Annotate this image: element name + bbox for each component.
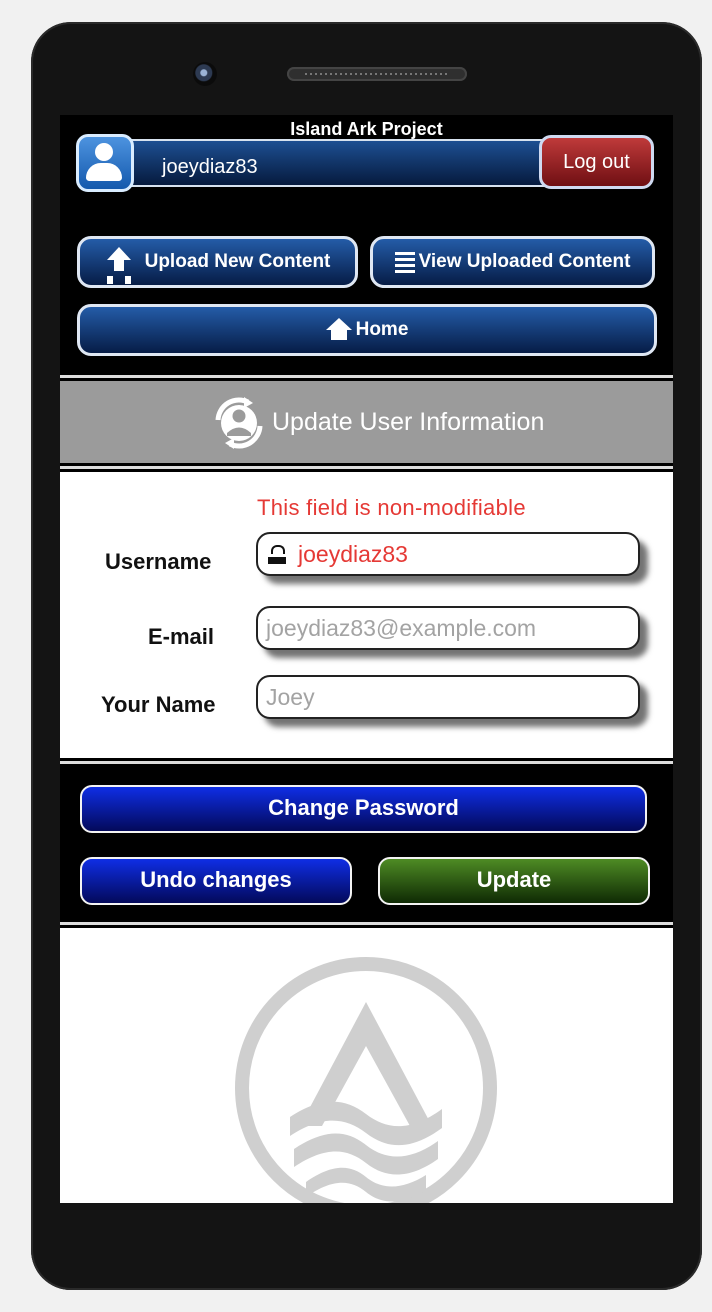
- logout-button[interactable]: Log out: [539, 135, 654, 189]
- current-username: joeydiaz83: [162, 156, 258, 178]
- non-modifiable-note: This field is non-modifiable: [257, 495, 526, 520]
- list-icon: [394, 251, 415, 273]
- speaker-grille: [287, 67, 467, 81]
- user-sync-icon: [215, 397, 263, 449]
- update-button[interactable]: Update: [378, 857, 650, 905]
- phone-frame: Island Ark Project joeydiaz83 Log out Up…: [31, 22, 702, 1290]
- view-uploaded-content-label: View Uploaded Content: [418, 251, 631, 272]
- avatar-icon[interactable]: [76, 134, 134, 192]
- section-divider-bottom: [60, 466, 673, 469]
- island-ark-logo: [235, 957, 497, 1203]
- email-label: E-mail: [148, 624, 215, 649]
- email-field[interactable]: joeydiaz83@example.com: [256, 606, 640, 650]
- change-password-button[interactable]: Change Password: [80, 785, 647, 833]
- avatar-head: [95, 143, 113, 161]
- section-divider-top: [60, 375, 673, 378]
- app-screen: Island Ark Project joeydiaz83 Log out Up…: [60, 115, 673, 1203]
- username-label: Username: [105, 549, 212, 574]
- action-bar: Change Password Undo changes Update: [60, 767, 673, 922]
- lock-icon: [268, 545, 286, 564]
- email-placeholder: joeydiaz83@example.com: [266, 615, 537, 641]
- avatar-body: [86, 163, 122, 181]
- logo-divider: [60, 922, 673, 925]
- home-icon: [325, 318, 352, 342]
- your-name-field[interactable]: Joey: [256, 675, 640, 719]
- username-field: joeydiaz83: [256, 532, 640, 576]
- upload-icon: [105, 247, 133, 277]
- view-uploaded-content-button[interactable]: View Uploaded Content: [370, 236, 655, 288]
- section-title: Update User Information: [272, 408, 545, 436]
- username-value: joeydiaz83: [298, 541, 408, 567]
- your-name-label: Your Name: [101, 692, 216, 717]
- upload-new-content-label: Upload New Content: [144, 251, 331, 272]
- form-divider: [60, 761, 673, 764]
- upload-new-content-button[interactable]: Upload New Content: [77, 236, 358, 288]
- section-header: Update User Information: [60, 381, 673, 463]
- your-name-placeholder: Joey: [266, 684, 315, 710]
- undo-changes-button[interactable]: Undo changes: [80, 857, 352, 905]
- logo-area: [60, 928, 673, 1203]
- user-info-form: This field is non-modifiable Username jo…: [60, 472, 673, 758]
- home-button[interactable]: Home: [77, 304, 657, 356]
- home-label: Home: [355, 319, 409, 340]
- camera-icon: [193, 62, 217, 86]
